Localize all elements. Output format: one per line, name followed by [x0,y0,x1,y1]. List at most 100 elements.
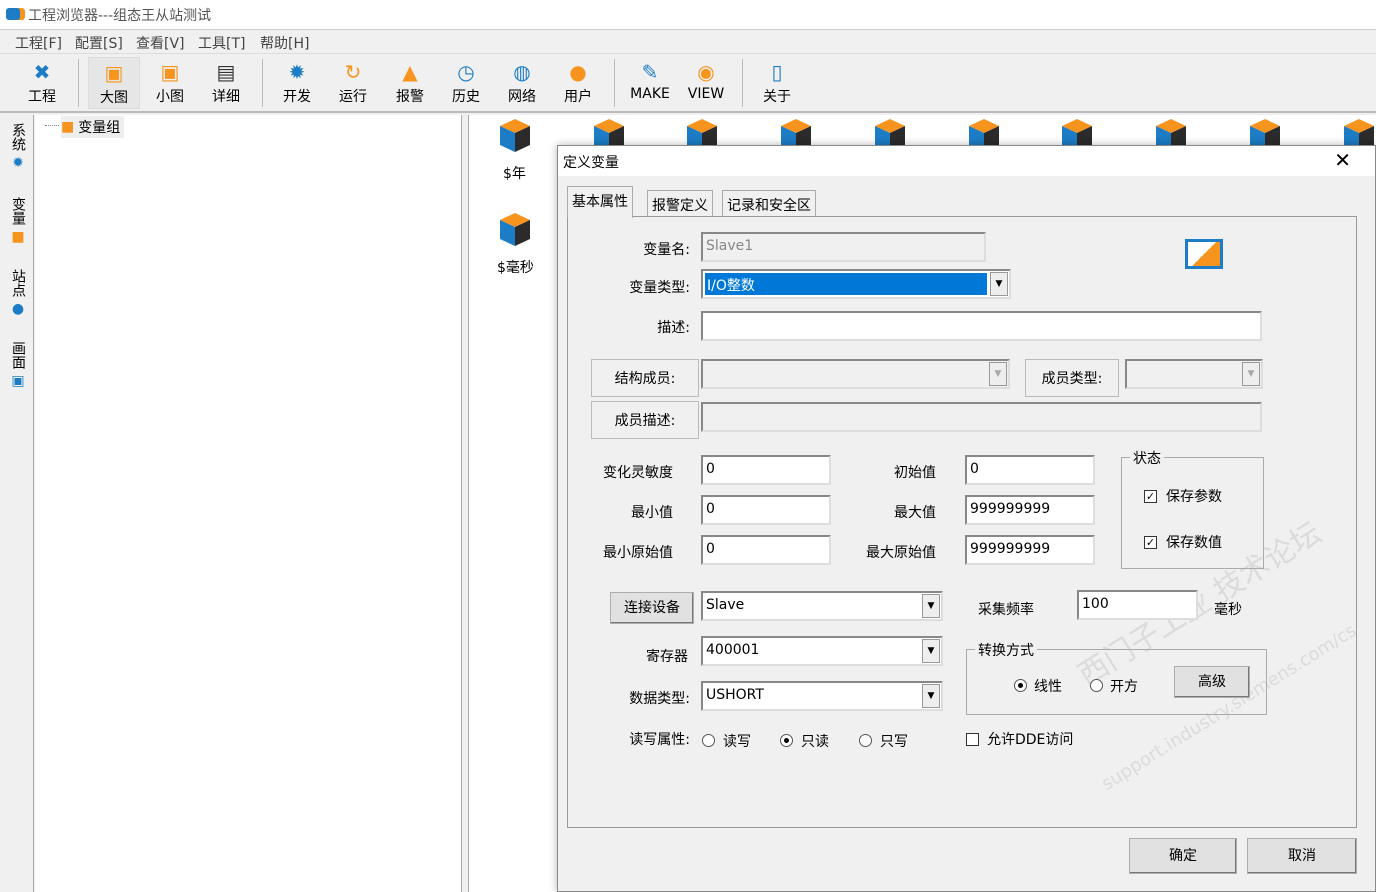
menu-tools[interactable]: 工具[T] [198,33,245,53]
cancel-button[interactable]: 取消 [1247,838,1357,874]
variable-item-millisecond[interactable] [497,213,533,249]
app-logo-icon [6,8,20,20]
picture-icon: ▣ [11,373,25,389]
member-desc-field [701,402,1262,432]
toolbar-about-button[interactable]: ▯ 关于 [751,57,803,109]
about-icon: ▯ [771,60,783,84]
bell-icon: ▲ [402,60,418,84]
toolbar-user-button[interactable]: ● 用户 [552,57,604,109]
tab-record-security[interactable]: 记录和安全区 [722,190,816,218]
min-field[interactable]: 0 [701,495,831,525]
var-type-value: I/O整数 [705,273,987,295]
variable-item-year[interactable] [497,119,533,155]
sensitivity-label: 变化灵敏度 [603,465,673,481]
save-values-checkbox[interactable]: ✓ [1144,536,1157,549]
menu-view[interactable]: 查看[V] [136,33,185,53]
linear-label: 线性 [1034,679,1062,695]
linear-radio[interactable] [1014,679,1027,692]
register-combo[interactable]: 400001 ▼ [701,636,943,666]
member-type-label: 成员类型: [1025,359,1119,397]
max-raw-label: 最大原始值 [866,545,936,561]
cube-icon: ■ [11,229,25,245]
freq-field[interactable]: 100 [1077,590,1198,620]
max-field[interactable]: 999999999 [965,495,1095,525]
device-value: Slave [706,597,745,613]
basic-properties-panel: 西门子工业 技术论坛 support.industry.siemens.com/… [567,216,1360,828]
freq-unit: 毫秒 [1214,602,1242,618]
tab-basic[interactable]: 基本属性 [567,186,633,218]
toolbar: ✖ 工程 ▣ 大图 ▣ 小图 ▤ 详细 ✹ 开发 ↻ 运行 ▲ 报警 ◷ 历史 ◍ 网络 ● 用户 … [0,55,1376,113]
side-tab-stations[interactable]: 站点 ● [6,269,30,317]
menu-bar: 工程[F] 配置[S] 查看[V] 工具[T] 帮助[H] [0,30,1376,54]
desc-label: 描述: [657,320,690,336]
tree-item-variable-group[interactable]: ■ 变量组 [61,116,125,138]
dde-checkbox[interactable] [966,733,979,746]
globe-icon: ◍ [513,60,531,84]
var-name-field[interactable]: Slave1 [701,232,986,262]
cube-icon: ■ [61,119,75,135]
max-label: 最大值 [894,505,936,521]
side-tab-screens[interactable]: 画面 ▣ [6,341,30,389]
gear-icon: ✹ [12,155,24,171]
menu-project[interactable]: 工程[F] [15,33,62,53]
menu-help[interactable]: 帮助[H] [260,33,309,53]
rw-readwrite-radio[interactable] [702,734,715,747]
var-type-label: 变量类型: [629,280,690,296]
menu-config[interactable]: 配置[S] [75,33,123,53]
min-raw-field[interactable]: 0 [701,535,831,565]
toolbar-small-icons-button[interactable]: ▣ 小图 [144,57,196,109]
register-label: 寄存器 [646,649,688,665]
side-tab-variables[interactable]: 变量 ■ [6,197,30,245]
connect-device-button[interactable]: 连接设备 [610,592,694,624]
toolbar-alarm-button[interactable]: ▲ 报警 [384,57,436,109]
toolbar-make-button[interactable]: ✎ MAKE [624,57,676,109]
var-type-select[interactable]: I/O整数 ▼ [701,269,1011,299]
toolbar-large-icons-button[interactable]: ▣ 大图 [88,57,140,109]
run-icon: ↻ [344,60,362,84]
tab-alarm[interactable]: 报警定义 [647,190,713,218]
ok-button[interactable]: 确定 [1129,838,1237,874]
init-field[interactable]: 0 [965,455,1095,485]
status-group: 状态 ✓ 保存参数 ✓ 保存数值 [1121,448,1264,569]
toolbar-view-button[interactable]: ◉ VIEW [680,57,732,109]
member-desc-label: 成员描述: [591,401,699,439]
status-group-title: 状态 [1130,448,1164,468]
close-icon[interactable]: ✕ [1334,148,1351,172]
toolbar-develop-button[interactable]: ✹ 开发 [271,57,323,109]
station-icon: ● [11,301,25,317]
toolbar-detail-button[interactable]: ▤ 详细 [200,57,252,109]
min-label: 最小值 [631,505,673,521]
sqrt-radio[interactable] [1090,679,1103,692]
variable-label: $年 [503,166,526,182]
sensitivity-field[interactable]: 0 [701,455,831,485]
desc-field[interactable] [701,311,1262,341]
chevron-down-icon: ▼ [1242,362,1260,386]
toolbar-network-button[interactable]: ◍ 网络 [496,57,548,109]
dde-label: 允许DDE访问 [987,732,1074,748]
wrench-icon: ✖ [33,60,51,84]
toolbar-history-button[interactable]: ◷ 历史 [440,57,492,109]
chevron-down-icon[interactable]: ▼ [922,684,940,708]
save-params-checkbox[interactable]: ✓ [1144,490,1157,503]
chevron-down-icon[interactable]: ▼ [990,272,1008,296]
toolbar-project-button[interactable]: ✖ 工程 [16,57,68,109]
datatype-select[interactable]: USHORT ▼ [701,681,943,711]
picture-icon[interactable] [1185,239,1223,269]
side-tab-system[interactable]: 系统 ✹ [6,123,30,171]
member-type-select: ▼ [1125,359,1263,389]
edit-icon: ✎ [641,60,659,84]
chevron-down-icon[interactable]: ▼ [922,594,940,618]
chevron-down-icon[interactable]: ▼ [922,639,940,663]
sqrt-label: 开方 [1110,679,1138,695]
max-raw-field[interactable]: 999999999 [965,535,1095,565]
var-name-label: 变量名: [643,242,690,258]
advanced-button[interactable]: 高级 [1174,666,1250,698]
freq-label: 采集频率 [978,602,1034,618]
rw-writeonly-radio[interactable] [859,734,872,747]
device-select[interactable]: Slave ▼ [701,591,943,621]
chevron-down-icon: ▼ [989,362,1007,386]
side-tabs: 系统 ✹ 变量 ■ 站点 ● 画面 ▣ [0,115,34,892]
detail-view-icon: ▤ [216,60,236,84]
rw-readonly-radio[interactable] [780,734,793,747]
toolbar-run-button[interactable]: ↻ 运行 [327,57,379,109]
